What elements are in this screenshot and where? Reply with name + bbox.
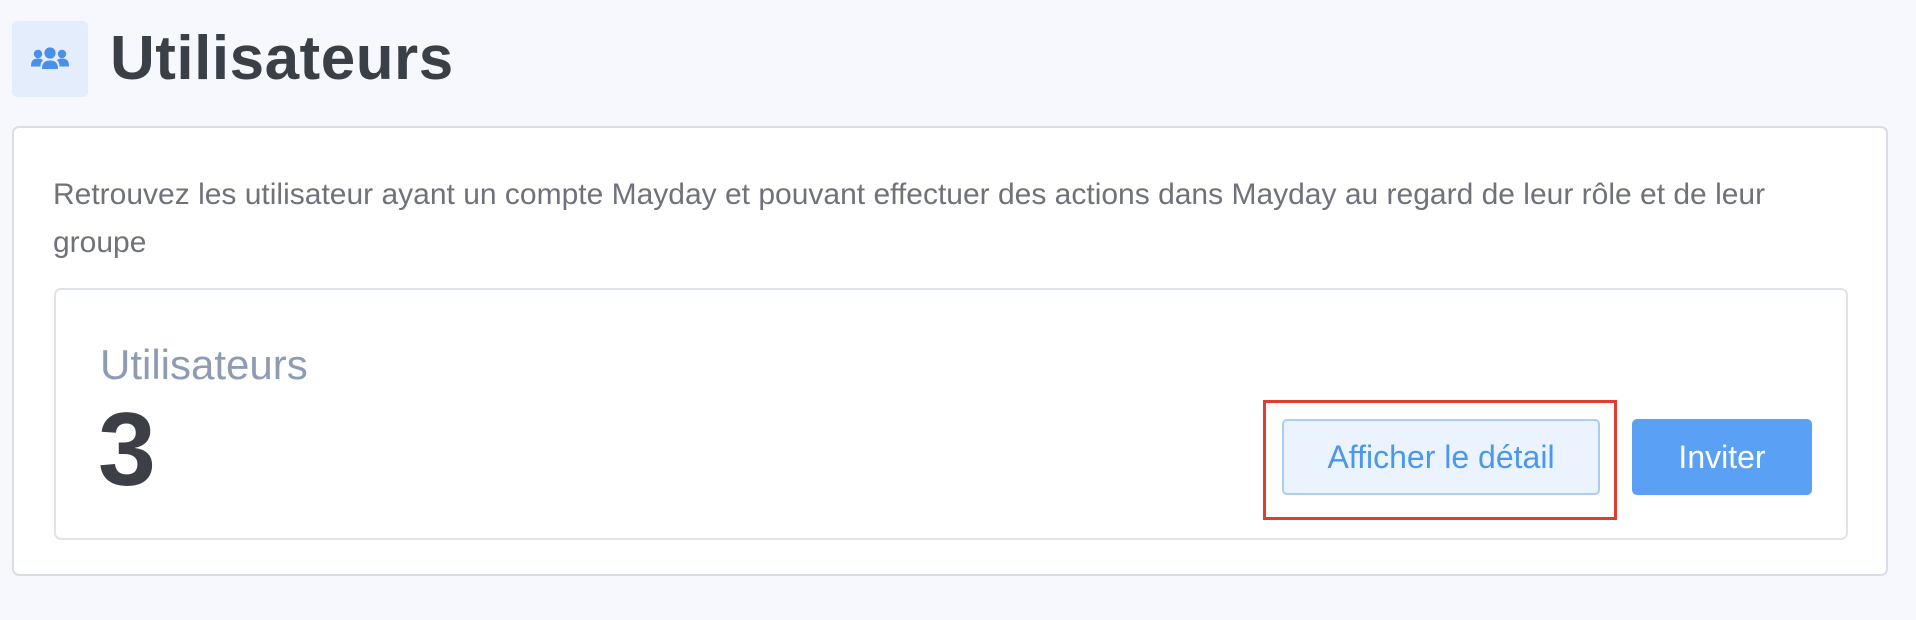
users-icon (12, 21, 88, 97)
panel-description: Retrouvez les utilisateur ayant un compt… (53, 178, 1766, 259)
users-stats-card: Utilisateurs 3 Afficher le détail Invite… (54, 288, 1848, 540)
users-count-label: Utilisateurs (100, 341, 308, 388)
page-title: Utilisateurs (110, 24, 454, 93)
users-count-value: 3 (98, 392, 156, 508)
show-details-button[interactable]: Afficher le détail (1282, 419, 1600, 495)
page-header: Utilisateurs (12, 21, 454, 97)
invite-button[interactable]: Inviter (1632, 419, 1812, 495)
users-panel: Retrouvez les utilisateur ayant un compt… (12, 126, 1888, 576)
